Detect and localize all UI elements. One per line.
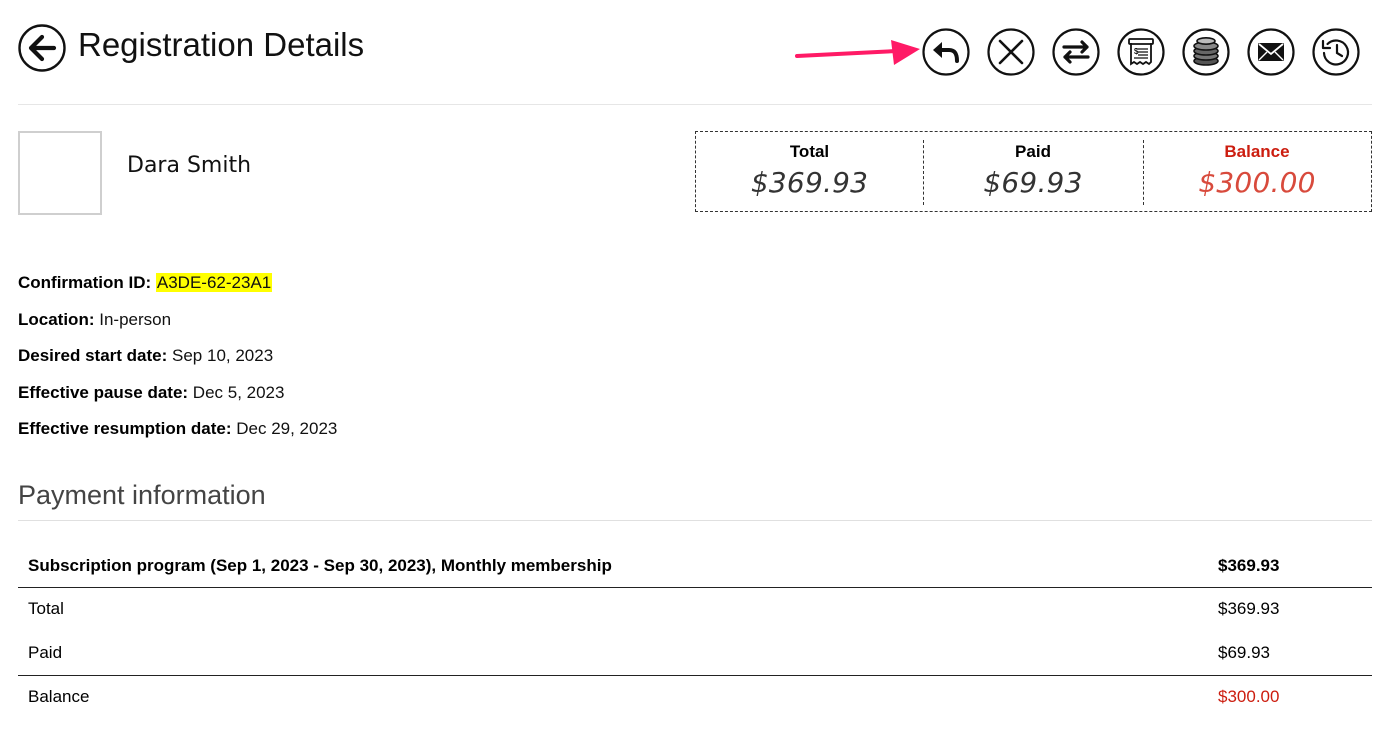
registration-details: Confirmation ID: A3DE-62-23A1 Location: … (18, 270, 337, 453)
email-icon (1247, 28, 1295, 76)
coins-icon (1182, 28, 1230, 76)
effective-resumption-date-label: Effective resumption date: (18, 419, 232, 438)
location-row: Location: In-person (18, 307, 337, 344)
effective-pause-date-row: Effective pause date: Dec 5, 2023 (18, 380, 337, 417)
summary-paid-label: Paid (1015, 142, 1051, 161)
payment-section-divider (18, 520, 1372, 521)
summary-paid: Paid $69.93 (923, 132, 1143, 211)
confirmation-id-value: A3DE-62-23A1 (155, 273, 273, 292)
transfer-button[interactable] (1052, 28, 1100, 76)
desired-start-date-row: Desired start date: Sep 10, 2023 (18, 343, 337, 380)
payments-button[interactable] (1182, 28, 1230, 76)
effective-pause-date-value: Dec 5, 2023 (192, 382, 285, 402)
payment-paid-amount: $69.93 (1218, 642, 1270, 662)
member-name: Dara Smith (127, 153, 252, 178)
avatar (18, 131, 102, 215)
balance-summary: Total $369.93 Paid $69.93 Balance $300.0… (695, 131, 1372, 212)
summary-paid-value: $69.93 (983, 166, 1083, 199)
reply-icon (922, 28, 970, 76)
summary-total-label: Total (789, 142, 830, 161)
arrow-left-circle-icon (18, 24, 66, 72)
invoice-button[interactable]: $ (1117, 28, 1165, 76)
invoice-icon: $ (1117, 28, 1165, 76)
page-header: Registration Details $ (18, 22, 1372, 82)
table-row: Total $369.93 (18, 588, 1372, 632)
subscription-item-amount: $369.93 (1218, 556, 1280, 575)
back-button[interactable] (18, 24, 66, 72)
header-divider (18, 104, 1372, 105)
subscription-item-label: Subscription program (Sep 1, 2023 - Sep … (28, 556, 612, 575)
cancel-icon (987, 28, 1035, 76)
email-button[interactable] (1247, 28, 1295, 76)
payment-total-amount: $369.93 (1218, 599, 1280, 618)
summary-total: Total $369.93 (696, 132, 923, 211)
effective-pause-date-label: Effective pause date: (18, 382, 189, 402)
summary-balance-value: $300.00 (1198, 166, 1316, 199)
summary-total-value: $369.93 (750, 166, 869, 199)
payment-total-label: Total (28, 599, 64, 618)
page-title: Registration Details (78, 26, 365, 63)
effective-resumption-date-row: Effective resumption date: Dec 29, 2023 (18, 416, 337, 453)
reply-button[interactable] (922, 28, 970, 76)
location-value: In-person (99, 309, 172, 329)
payment-table: Subscription program (Sep 1, 2023 - Sep … (18, 545, 1372, 719)
desired-start-date-label: Desired start date: (18, 346, 168, 365)
confirmation-id-row: Confirmation ID: A3DE-62-23A1 (18, 270, 337, 307)
payment-paid-label: Paid (28, 642, 63, 662)
payment-section-title: Payment information (18, 480, 266, 510)
payment-balance-label: Balance (28, 687, 90, 706)
summary-balance-label: Balance (1224, 142, 1290, 161)
transfer-icon (1052, 28, 1100, 76)
history-button[interactable] (1312, 28, 1360, 76)
payment-balance-amount: $300.00 (1218, 687, 1280, 706)
table-row: Balance $300.00 (18, 675, 1372, 719)
desired-start-date-value: Sep 10, 2023 (172, 346, 274, 365)
effective-resumption-date-value: Dec 29, 2023 (236, 419, 338, 438)
table-row: Paid $69.93 (18, 632, 1372, 676)
history-icon (1312, 28, 1360, 76)
confirmation-id-label: Confirmation ID: (18, 273, 152, 292)
annotation-arrow-icon (795, 40, 920, 65)
table-row: Subscription program (Sep 1, 2023 - Sep … (18, 545, 1372, 588)
cancel-button[interactable] (987, 28, 1035, 76)
location-label: Location: (18, 309, 95, 329)
summary-balance: Balance $300.00 (1143, 132, 1371, 211)
